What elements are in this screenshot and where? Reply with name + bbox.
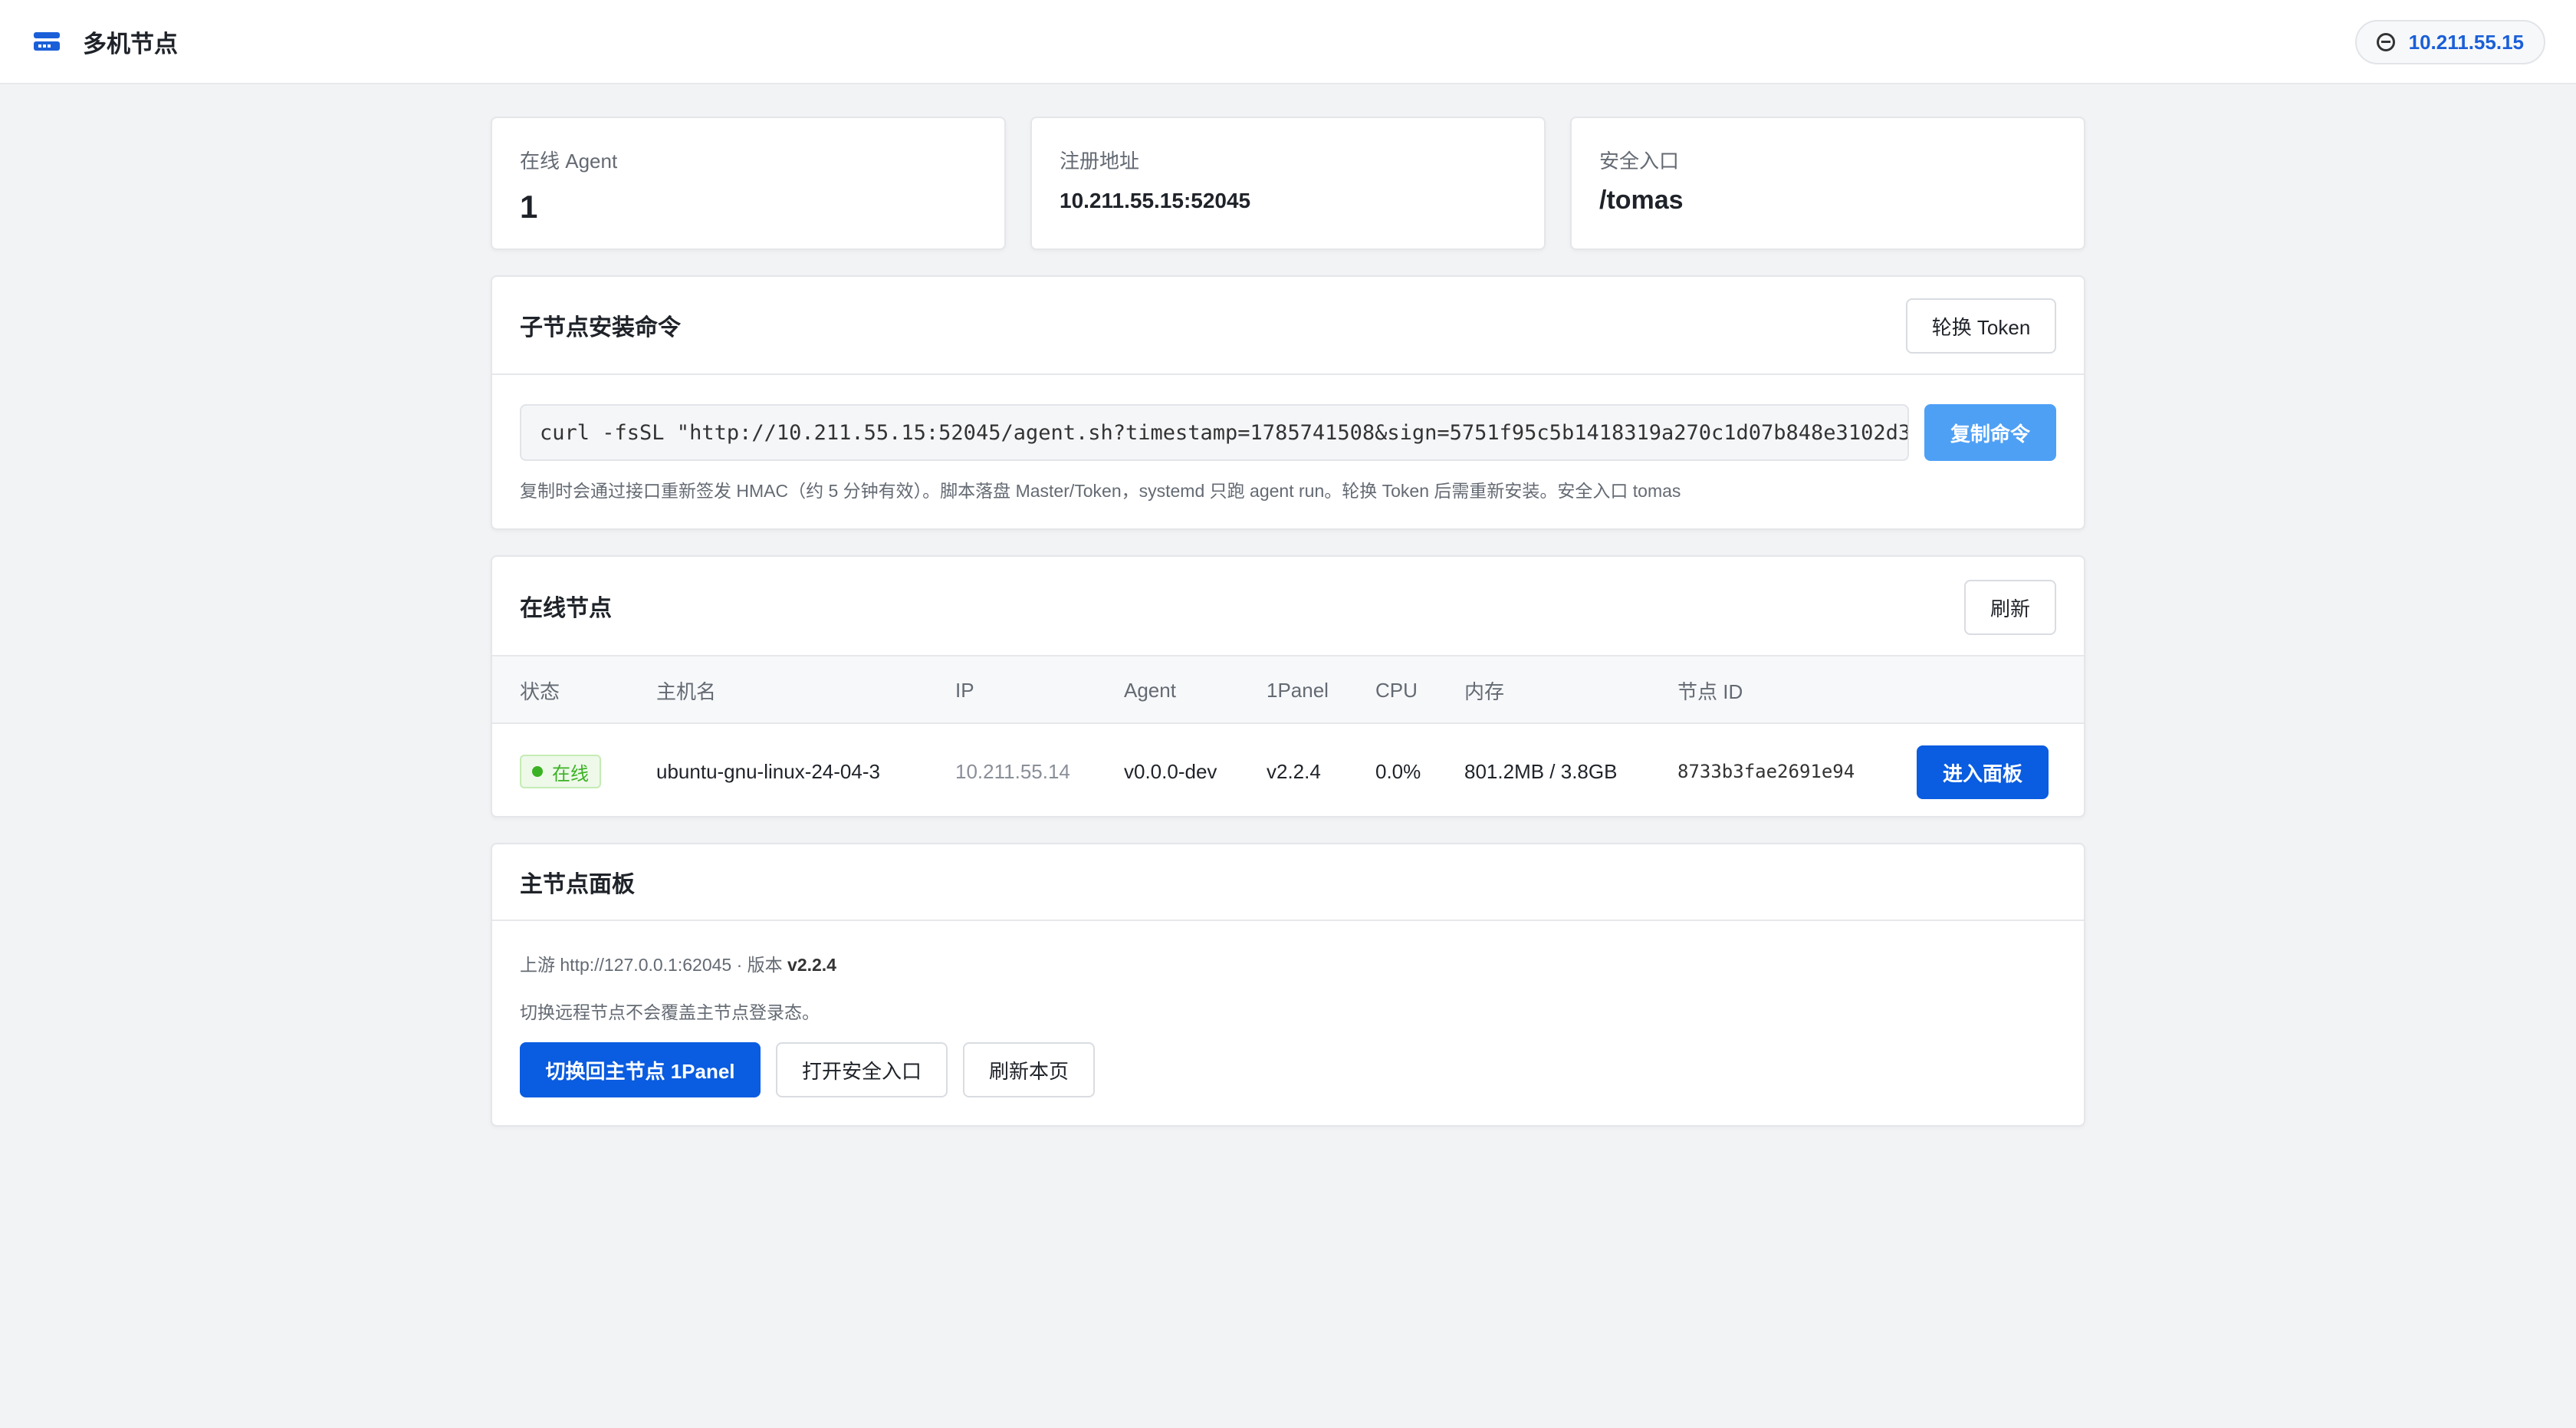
agent-version-cell: v0.0.0-dev [1124, 759, 1217, 783]
column-header-ip: IP [955, 678, 974, 702]
globe-icon [2376, 33, 2395, 51]
online-nodes-card: 在线节点 刷新 状态 主机名 IP Agent 1Panel CPU 内存 节点… [491, 555, 2085, 818]
stat-label: 安全入口 [1599, 150, 1680, 173]
stat-card-register-address: 注册地址 10.211.55.15:52045 [1030, 117, 1546, 250]
reload-page-button[interactable]: 刷新本页 [963, 1042, 1095, 1097]
upstream-text: 上游 http://127.0.0.1:62045 · 版本 [520, 955, 783, 975]
column-header-1panel: 1Panel [1267, 678, 1329, 702]
install-command-field[interactable]: curl -fsSL "http://10.211.55.15:52045/ag… [520, 404, 1909, 461]
ip-cell: 10.211.55.14 [955, 759, 1070, 783]
column-header-node-id: 节点 ID [1677, 679, 1743, 703]
card-title: 子节点安装命令 [520, 315, 681, 341]
card-title: 主节点面板 [520, 872, 635, 897]
stat-label: 注册地址 [1060, 150, 1140, 173]
status-text: 在线 [552, 763, 589, 785]
server-ip-pill[interactable]: 10.211.55.15 [2354, 20, 2545, 64]
stat-card-online-agent: 在线 Agent 1 [491, 117, 1006, 250]
master-panel-card: 主节点面板 上游 http://127.0.0.1:62045 · 版本 v2.… [491, 843, 2085, 1127]
panel-version-cell: v2.2.4 [1267, 759, 1321, 783]
open-security-entry-button[interactable]: 打开安全入口 [776, 1042, 948, 1097]
copy-command-button[interactable]: 复制命令 [1924, 404, 2056, 461]
card-header: 子节点安装命令 [492, 277, 2084, 375]
node-id-cell: 8733b3fae2691e94 [1677, 761, 1855, 782]
online-dot-icon [532, 766, 543, 777]
master-version: v2.2.4 [787, 955, 836, 975]
server-ip: 10.211.55.15 [2408, 30, 2524, 54]
install-command-card: 子节点安装命令 轮换 Token curl -fsSL "http://10.2… [491, 275, 2085, 530]
enter-panel-button[interactable]: 进入面板 [1917, 745, 2049, 799]
column-header-cpu: CPU [1375, 678, 1418, 702]
column-header-agent: Agent [1124, 678, 1176, 702]
rotate-token-button[interactable]: 轮换 Token [1906, 298, 2056, 354]
memory-cell: 801.2MB / 3.8GB [1464, 759, 1618, 783]
stat-card-security-entry: 安全入口 /tomas [1570, 117, 2085, 250]
top-bar: 多机节点 10.211.55.15 [0, 0, 2576, 84]
table-header: 状态 主机名 IP Agent 1Panel CPU 内存 节点 ID [492, 656, 2084, 724]
card-title: 在线节点 [520, 596, 612, 621]
switch-to-master-button[interactable]: 切换回主节点 1Panel [520, 1042, 761, 1097]
status-badge: 在线 [520, 755, 601, 788]
upstream-info: 上游 http://127.0.0.1:62045 · 版本 v2.2.4 [520, 950, 836, 976]
column-header-hostname: 主机名 [656, 679, 717, 703]
master-note: 切换远程节点不会覆盖主节点登录态。 [520, 1002, 820, 1022]
server-icon [34, 31, 60, 52]
card-header: 在线节点 [492, 557, 2084, 656]
stat-value: /tomas [1599, 186, 1684, 215]
cpu-cell: 0.0% [1375, 759, 1421, 783]
stat-value: 10.211.55.15:52045 [1060, 189, 1251, 212]
card-header: 主节点面板 [492, 844, 2084, 921]
column-header-memory: 内存 [1464, 679, 1505, 703]
refresh-nodes-button[interactable]: 刷新 [1964, 580, 2056, 635]
stat-value: 1 [520, 189, 538, 225]
hostname-cell: ubuntu-gnu-linux-24-04-3 [656, 759, 880, 783]
install-hint: 复制时会通过接口重新签发 HMAC（约 5 分钟有效）。脚本落盘 Master/… [520, 481, 1681, 501]
page-title: 多机节点 [83, 30, 178, 58]
stat-label: 在线 Agent [520, 150, 618, 173]
column-header-status: 状态 [520, 679, 560, 703]
status-cell: 在线 [520, 724, 601, 819]
